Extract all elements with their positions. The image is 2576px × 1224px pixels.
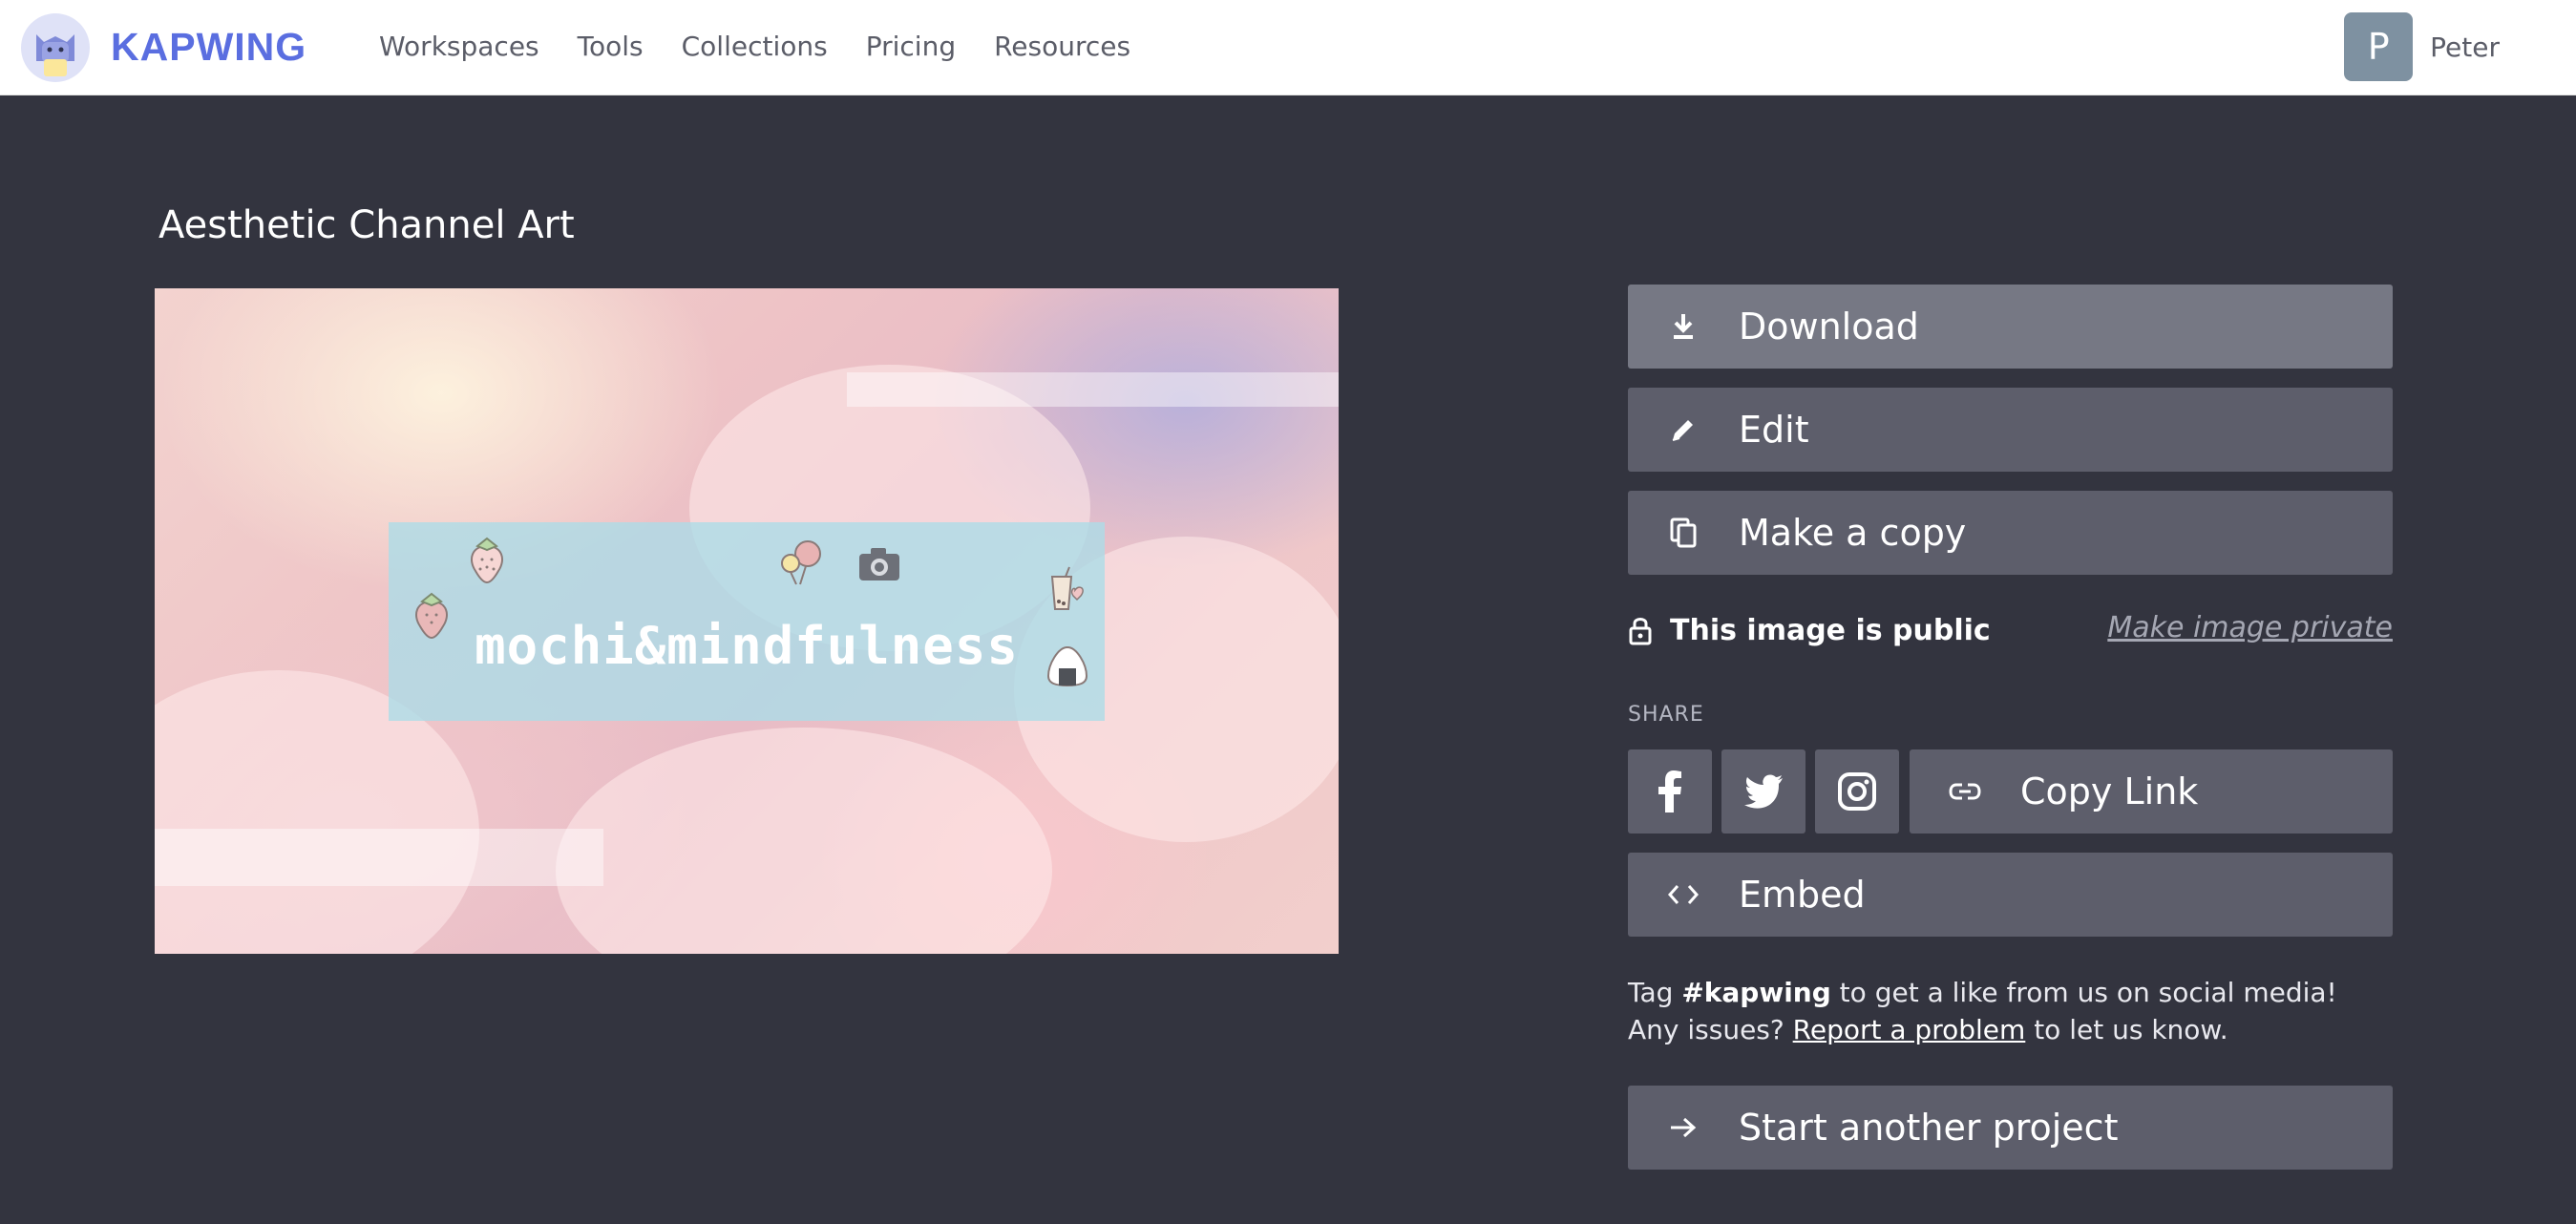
embed-button[interactable]: Embed [1628, 853, 2393, 937]
camera-icon [859, 548, 899, 580]
nav-resources[interactable]: Resources [994, 27, 1130, 67]
nav-tools[interactable]: Tools [578, 27, 644, 67]
user-name[interactable]: Peter [2430, 32, 2500, 63]
start-another-project-button[interactable]: Start another project [1628, 1086, 2393, 1170]
copy-link-label: Copy Link [2020, 770, 2199, 812]
download-icon [1657, 300, 1710, 353]
page-title: Aesthetic Channel Art [158, 203, 575, 247]
privacy-status: This image is public [1670, 613, 1991, 647]
top-navbar: KAPWING Workspaces Tools Collections Pri… [0, 0, 2576, 95]
twitter-share-button[interactable] [1721, 749, 1805, 834]
download-button[interactable]: Download [1628, 285, 2393, 369]
decor-band-bottom [155, 829, 603, 886]
nav-collections[interactable]: Collections [682, 27, 828, 67]
instagram-share-button[interactable] [1815, 749, 1899, 834]
embed-label: Embed [1739, 874, 1866, 916]
main-nav: Workspaces Tools Collections Pricing Res… [379, 27, 1169, 67]
onigiri-icon [1046, 645, 1088, 687]
strawberry-icon [471, 537, 503, 584]
balloons-icon [781, 540, 821, 585]
edit-button[interactable]: Edit [1628, 388, 2393, 472]
facebook-share-button[interactable] [1628, 749, 1712, 834]
code-icon [1657, 868, 1710, 921]
privacy-row: This image is public Make image private [1628, 607, 2393, 653]
make-private-link[interactable]: Make image private [2107, 611, 2393, 644]
bubble-tea-icon [1050, 566, 1084, 610]
link-icon [1938, 765, 1992, 818]
facebook-icon [1658, 770, 1681, 812]
copy-icon [1657, 506, 1710, 559]
hashtag: #kapwing [1681, 977, 1831, 1008]
twitter-icon [1744, 774, 1783, 809]
pencil-icon [1657, 403, 1710, 456]
download-label: Download [1739, 306, 1919, 348]
cloud-shape [556, 728, 1052, 954]
banner-text: mochi&mindfulness [475, 616, 1019, 676]
start-another-label: Start another project [1739, 1107, 2119, 1149]
avatar[interactable]: P [2344, 12, 2414, 81]
decor-band-top [847, 372, 1339, 407]
user-menu[interactable]: P Peter [2344, 12, 2500, 81]
instagram-icon [1838, 772, 1876, 811]
nav-pricing[interactable]: Pricing [866, 27, 956, 67]
make-copy-label: Make a copy [1739, 512, 1967, 554]
make-copy-button[interactable]: Make a copy [1628, 491, 2393, 575]
note-text: Tag [1628, 977, 1682, 1008]
brand-name[interactable]: KAPWING [111, 19, 306, 74]
strawberry-icon [415, 592, 448, 640]
edit-label: Edit [1739, 409, 1809, 451]
tag-note: Tag #kapwing to get a like from us on so… [1628, 974, 2393, 1048]
nav-workspaces[interactable]: Workspaces [379, 27, 539, 67]
share-label: SHARE [1628, 703, 1704, 727]
lock-icon [1629, 618, 1652, 645]
kapwing-logo-icon[interactable] [21, 13, 90, 82]
image-preview: mochi&mindfulness [155, 288, 1339, 954]
copy-link-button[interactable]: Copy Link [1910, 749, 2393, 834]
arrow-right-icon [1657, 1101, 1710, 1154]
note-text: to let us know. [2025, 1014, 2228, 1045]
report-problem-link[interactable]: Report a problem [1793, 1014, 2026, 1045]
